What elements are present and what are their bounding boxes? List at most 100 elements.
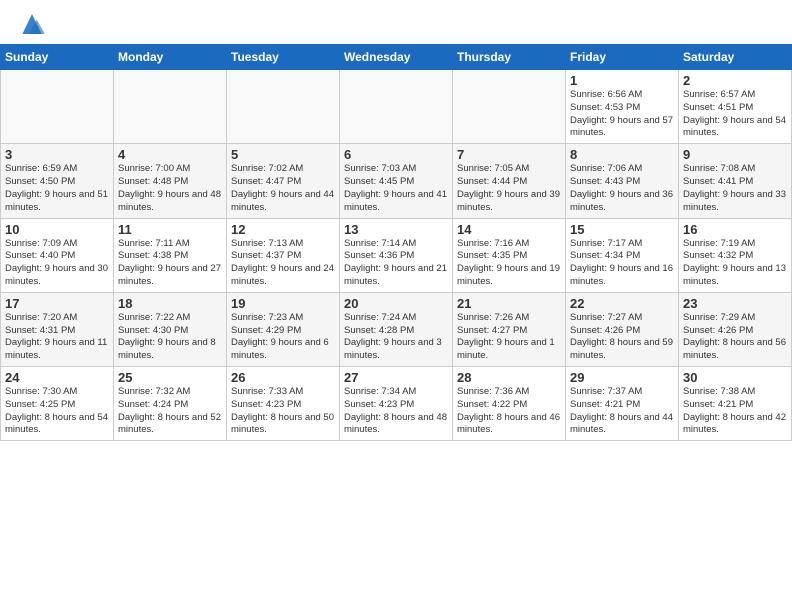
calendar-week-row: 24Sunrise: 7:30 AM Sunset: 4:25 PM Dayli… xyxy=(1,367,792,441)
day-header-wednesday: Wednesday xyxy=(340,45,453,70)
day-header-saturday: Saturday xyxy=(679,45,792,70)
day-number: 20 xyxy=(344,296,448,311)
day-header-monday: Monday xyxy=(114,45,227,70)
calendar-cell: 17Sunrise: 7:20 AM Sunset: 4:31 PM Dayli… xyxy=(1,292,114,366)
calendar-cell: 9Sunrise: 7:08 AM Sunset: 4:41 PM Daylig… xyxy=(679,144,792,218)
day-info: Sunrise: 7:03 AM Sunset: 4:45 PM Dayligh… xyxy=(344,163,448,214)
day-number: 27 xyxy=(344,370,448,385)
day-info: Sunrise: 7:08 AM Sunset: 4:41 PM Dayligh… xyxy=(683,163,787,214)
day-info: Sunrise: 7:02 AM Sunset: 4:47 PM Dayligh… xyxy=(231,163,335,214)
day-number: 16 xyxy=(683,222,787,237)
day-header-sunday: Sunday xyxy=(1,45,114,70)
calendar-cell: 18Sunrise: 7:22 AM Sunset: 4:30 PM Dayli… xyxy=(114,292,227,366)
day-info: Sunrise: 7:36 AM Sunset: 4:22 PM Dayligh… xyxy=(457,386,561,437)
calendar-cell: 21Sunrise: 7:26 AM Sunset: 4:27 PM Dayli… xyxy=(453,292,566,366)
day-info: Sunrise: 7:06 AM Sunset: 4:43 PM Dayligh… xyxy=(570,163,674,214)
calendar-cell: 7Sunrise: 7:05 AM Sunset: 4:44 PM Daylig… xyxy=(453,144,566,218)
day-info: Sunrise: 7:05 AM Sunset: 4:44 PM Dayligh… xyxy=(457,163,561,214)
day-info: Sunrise: 7:11 AM Sunset: 4:38 PM Dayligh… xyxy=(118,238,222,289)
day-number: 4 xyxy=(118,147,222,162)
calendar-cell xyxy=(453,70,566,144)
calendar-cell xyxy=(1,70,114,144)
calendar-cell: 1Sunrise: 6:56 AM Sunset: 4:53 PM Daylig… xyxy=(566,70,679,144)
calendar-cell: 24Sunrise: 7:30 AM Sunset: 4:25 PM Dayli… xyxy=(1,367,114,441)
day-number: 18 xyxy=(118,296,222,311)
day-number: 9 xyxy=(683,147,787,162)
day-number: 6 xyxy=(344,147,448,162)
calendar-cell: 10Sunrise: 7:09 AM Sunset: 4:40 PM Dayli… xyxy=(1,218,114,292)
day-info: Sunrise: 7:37 AM Sunset: 4:21 PM Dayligh… xyxy=(570,386,674,437)
day-number: 25 xyxy=(118,370,222,385)
logo xyxy=(16,10,52,38)
day-number: 15 xyxy=(570,222,674,237)
calendar-cell: 30Sunrise: 7:38 AM Sunset: 4:21 PM Dayli… xyxy=(679,367,792,441)
day-number: 14 xyxy=(457,222,561,237)
day-number: 7 xyxy=(457,147,561,162)
day-info: Sunrise: 7:26 AM Sunset: 4:27 PM Dayligh… xyxy=(457,312,561,363)
day-number: 12 xyxy=(231,222,335,237)
day-number: 22 xyxy=(570,296,674,311)
day-number: 26 xyxy=(231,370,335,385)
day-info: Sunrise: 7:29 AM Sunset: 4:26 PM Dayligh… xyxy=(683,312,787,363)
calendar-cell: 6Sunrise: 7:03 AM Sunset: 4:45 PM Daylig… xyxy=(340,144,453,218)
day-info: Sunrise: 7:00 AM Sunset: 4:48 PM Dayligh… xyxy=(118,163,222,214)
day-number: 11 xyxy=(118,222,222,237)
calendar-cell xyxy=(227,70,340,144)
calendar-cell: 11Sunrise: 7:11 AM Sunset: 4:38 PM Dayli… xyxy=(114,218,227,292)
day-info: Sunrise: 7:32 AM Sunset: 4:24 PM Dayligh… xyxy=(118,386,222,437)
calendar-cell: 25Sunrise: 7:32 AM Sunset: 4:24 PM Dayli… xyxy=(114,367,227,441)
calendar-cell: 3Sunrise: 6:59 AM Sunset: 4:50 PM Daylig… xyxy=(1,144,114,218)
calendar-cell: 19Sunrise: 7:23 AM Sunset: 4:29 PM Dayli… xyxy=(227,292,340,366)
day-info: Sunrise: 7:22 AM Sunset: 4:30 PM Dayligh… xyxy=(118,312,222,363)
calendar-week-row: 3Sunrise: 6:59 AM Sunset: 4:50 PM Daylig… xyxy=(1,144,792,218)
day-info: Sunrise: 7:17 AM Sunset: 4:34 PM Dayligh… xyxy=(570,238,674,289)
day-number: 19 xyxy=(231,296,335,311)
day-number: 5 xyxy=(231,147,335,162)
day-info: Sunrise: 7:38 AM Sunset: 4:21 PM Dayligh… xyxy=(683,386,787,437)
calendar-cell: 8Sunrise: 7:06 AM Sunset: 4:43 PM Daylig… xyxy=(566,144,679,218)
day-number: 21 xyxy=(457,296,561,311)
calendar-cell: 2Sunrise: 6:57 AM Sunset: 4:51 PM Daylig… xyxy=(679,70,792,144)
day-info: Sunrise: 7:16 AM Sunset: 4:35 PM Dayligh… xyxy=(457,238,561,289)
day-info: Sunrise: 7:30 AM Sunset: 4:25 PM Dayligh… xyxy=(5,386,109,437)
day-info: Sunrise: 7:33 AM Sunset: 4:23 PM Dayligh… xyxy=(231,386,335,437)
calendar-cell: 13Sunrise: 7:14 AM Sunset: 4:36 PM Dayli… xyxy=(340,218,453,292)
day-number: 10 xyxy=(5,222,109,237)
calendar-cell: 23Sunrise: 7:29 AM Sunset: 4:26 PM Dayli… xyxy=(679,292,792,366)
calendar-week-row: 17Sunrise: 7:20 AM Sunset: 4:31 PM Dayli… xyxy=(1,292,792,366)
day-info: Sunrise: 7:23 AM Sunset: 4:29 PM Dayligh… xyxy=(231,312,335,363)
calendar-week-row: 1Sunrise: 6:56 AM Sunset: 4:53 PM Daylig… xyxy=(1,70,792,144)
calendar-cell: 20Sunrise: 7:24 AM Sunset: 4:28 PM Dayli… xyxy=(340,292,453,366)
day-info: Sunrise: 6:59 AM Sunset: 4:50 PM Dayligh… xyxy=(5,163,109,214)
calendar-cell: 26Sunrise: 7:33 AM Sunset: 4:23 PM Dayli… xyxy=(227,367,340,441)
day-number: 1 xyxy=(570,73,674,88)
day-info: Sunrise: 6:56 AM Sunset: 4:53 PM Dayligh… xyxy=(570,89,674,140)
calendar-cell: 22Sunrise: 7:27 AM Sunset: 4:26 PM Dayli… xyxy=(566,292,679,366)
header xyxy=(0,0,792,44)
calendar-cell: 27Sunrise: 7:34 AM Sunset: 4:23 PM Dayli… xyxy=(340,367,453,441)
day-info: Sunrise: 7:13 AM Sunset: 4:37 PM Dayligh… xyxy=(231,238,335,289)
day-number: 8 xyxy=(570,147,674,162)
day-number: 30 xyxy=(683,370,787,385)
calendar-header-row: SundayMondayTuesdayWednesdayThursdayFrid… xyxy=(1,45,792,70)
day-info: Sunrise: 7:19 AM Sunset: 4:32 PM Dayligh… xyxy=(683,238,787,289)
day-info: Sunrise: 7:24 AM Sunset: 4:28 PM Dayligh… xyxy=(344,312,448,363)
day-info: Sunrise: 7:20 AM Sunset: 4:31 PM Dayligh… xyxy=(5,312,109,363)
logo-icon xyxy=(16,10,48,38)
calendar-cell: 4Sunrise: 7:00 AM Sunset: 4:48 PM Daylig… xyxy=(114,144,227,218)
day-number: 3 xyxy=(5,147,109,162)
calendar: SundayMondayTuesdayWednesdayThursdayFrid… xyxy=(0,44,792,441)
day-number: 2 xyxy=(683,73,787,88)
day-number: 17 xyxy=(5,296,109,311)
calendar-cell: 12Sunrise: 7:13 AM Sunset: 4:37 PM Dayli… xyxy=(227,218,340,292)
day-number: 28 xyxy=(457,370,561,385)
day-header-thursday: Thursday xyxy=(453,45,566,70)
calendar-cell: 29Sunrise: 7:37 AM Sunset: 4:21 PM Dayli… xyxy=(566,367,679,441)
calendar-cell: 15Sunrise: 7:17 AM Sunset: 4:34 PM Dayli… xyxy=(566,218,679,292)
day-info: Sunrise: 7:27 AM Sunset: 4:26 PM Dayligh… xyxy=(570,312,674,363)
calendar-cell: 14Sunrise: 7:16 AM Sunset: 4:35 PM Dayli… xyxy=(453,218,566,292)
calendar-cell xyxy=(340,70,453,144)
day-info: Sunrise: 7:34 AM Sunset: 4:23 PM Dayligh… xyxy=(344,386,448,437)
day-header-friday: Friday xyxy=(566,45,679,70)
calendar-cell: 28Sunrise: 7:36 AM Sunset: 4:22 PM Dayli… xyxy=(453,367,566,441)
